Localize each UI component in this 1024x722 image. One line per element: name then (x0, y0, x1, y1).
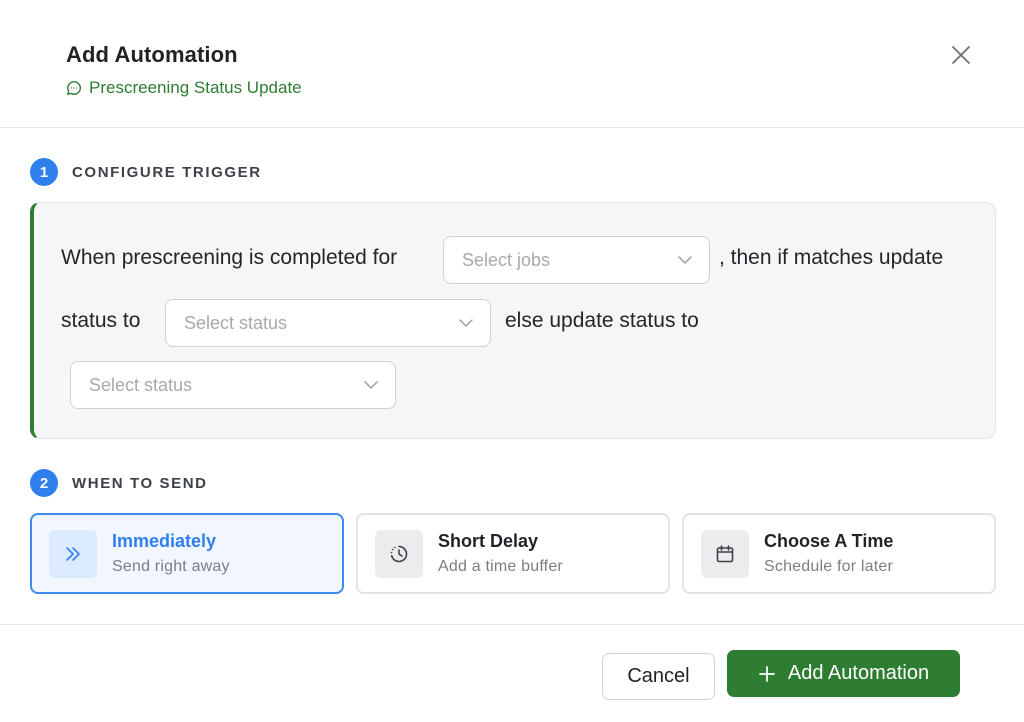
trigger-text-4: else update status to (505, 309, 699, 332)
card-icon-box (701, 529, 749, 578)
card-description: Add a time buffer (438, 558, 563, 575)
else-status-select[interactable]: Select status (70, 361, 396, 409)
modal-header: Add Automation Prescreening Status Updat… (0, 0, 1024, 128)
jobs-select[interactable]: Select jobs (443, 236, 710, 284)
trigger-config-panel: When prescreening is completed for Selec… (30, 202, 996, 439)
chevron-down-icon (459, 319, 473, 327)
step-when-to-send: 2 WHEN TO SEND (30, 469, 208, 497)
double-chevron-right-icon (66, 546, 80, 561)
jobs-select-placeholder: Select jobs (462, 249, 551, 270)
subtitle-text: Prescreening Status Update (89, 78, 302, 97)
chevron-down-icon (678, 256, 692, 264)
chat-bubble-icon (66, 81, 82, 96)
close-button[interactable] (946, 40, 976, 70)
trigger-text-1: When prescreening is completed for (61, 246, 398, 269)
step-label: WHEN TO SEND (72, 474, 208, 492)
card-title: Choose A Time (764, 531, 894, 551)
card-icon-box (375, 529, 423, 578)
else-status-placeholder: Select status (89, 374, 193, 395)
close-icon (952, 46, 970, 64)
send-option-immediately[interactable]: Immediately Send right away (30, 513, 344, 594)
card-description: Schedule for later (764, 558, 894, 575)
cancel-button[interactable]: Cancel (602, 653, 715, 700)
clock-icon (390, 545, 408, 562)
calendar-icon (716, 544, 734, 562)
modal-subtitle: Prescreening Status Update (66, 78, 302, 98)
step-configure-trigger: 1 CONFIGURE TRIGGER (30, 158, 262, 186)
plus-icon (758, 665, 775, 682)
send-option-choose-time[interactable]: Choose A Time Schedule for later (682, 513, 996, 594)
step-number-badge: 1 (30, 158, 58, 186)
match-status-select[interactable]: Select status (165, 299, 491, 347)
trigger-text-3: status to (61, 309, 141, 332)
card-icon-box (49, 529, 97, 578)
modal-title: Add Automation (66, 42, 238, 67)
match-status-placeholder: Select status (184, 312, 288, 333)
send-option-short-delay[interactable]: Short Delay Add a time buffer (356, 513, 670, 594)
add-automation-label: Add Automation (787, 662, 930, 684)
step-label: CONFIGURE TRIGGER (72, 163, 262, 181)
card-title: Short Delay (438, 531, 539, 551)
step-number-badge: 2 (30, 469, 58, 497)
trigger-text-2: , then if matches update (719, 246, 944, 269)
chevron-down-icon (364, 381, 378, 389)
card-text: Choose A Time Schedule for later (764, 531, 893, 576)
card-title: Immediately (112, 531, 217, 551)
card-text: Short Delay Add a time buffer (438, 531, 563, 576)
card-text: Immediately Send right away (112, 531, 230, 576)
card-description: Send right away (112, 558, 230, 575)
add-automation-button[interactable]: Add Automation (727, 650, 960, 697)
